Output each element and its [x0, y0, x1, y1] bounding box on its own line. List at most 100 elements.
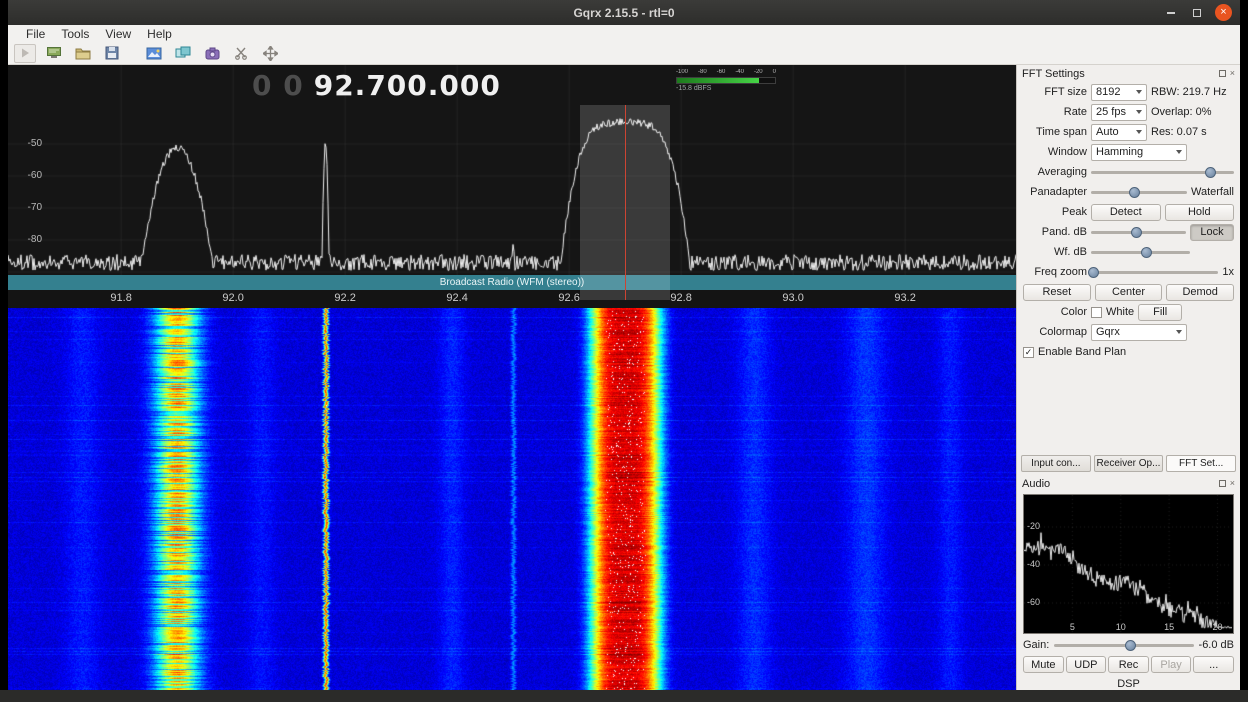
rate-value: 25 fps	[1096, 106, 1132, 118]
time-span-combo[interactable]: Auto	[1091, 124, 1147, 141]
gqrx-window: Gqrx 2.15.5 - rtl=0 × File Tools View He…	[8, 0, 1240, 690]
waterfall[interactable]	[8, 308, 1016, 690]
colormap-value: Gqrx	[1096, 326, 1172, 338]
menu-help[interactable]: Help	[139, 25, 180, 42]
play-button[interactable]: Play	[1151, 656, 1192, 673]
dsp-windows-button[interactable]	[172, 44, 194, 63]
menu-tools[interactable]: Tools	[53, 25, 97, 42]
signal-meter-scale: -100-80-60-40-200	[676, 69, 776, 77]
main-content: 0 092.700.000 -100-80-60-40-200 -15.8 dB…	[8, 65, 1240, 690]
frequency-leading-zeros: 0 0	[252, 69, 304, 102]
save-settings-button[interactable]	[101, 44, 123, 63]
slider-handle[interactable]	[1131, 227, 1142, 238]
window-value: Hamming	[1096, 146, 1172, 158]
frequency-value: 92.700.000	[314, 69, 501, 102]
record-icon	[146, 47, 162, 60]
dock-float-icon[interactable]	[1219, 70, 1226, 77]
meter-tick-label: -80	[698, 69, 707, 77]
tab-receiver-options[interactable]: Receiver Op...	[1094, 455, 1164, 472]
enable-band-plan-checkbox[interactable]: ✓	[1023, 347, 1034, 358]
start-dsp-button[interactable]	[14, 44, 36, 63]
averaging-label: Averaging	[1023, 166, 1087, 178]
fft-settings-form: FFT size 8192 RBW: 219.7 Hz Rate 25 fps …	[1017, 82, 1240, 362]
slider-handle[interactable]	[1205, 167, 1216, 178]
zoom-reset-button[interactable]: Reset	[1023, 284, 1091, 301]
pan-button[interactable]	[259, 44, 281, 63]
wf-db-label: Wf. dB	[1023, 246, 1087, 258]
pand-db-label: Pand. dB	[1023, 226, 1087, 238]
freq-tick-label: 92.2	[334, 292, 355, 304]
fft-size-combo[interactable]: 8192	[1091, 84, 1147, 101]
slider-handle[interactable]	[1088, 267, 1099, 278]
windows-icon	[175, 46, 191, 60]
menu-file[interactable]: File	[18, 25, 53, 42]
minimize-button[interactable]	[1163, 5, 1179, 21]
waterfall-canvas[interactable]	[8, 308, 1016, 690]
minimize-icon	[1167, 12, 1175, 14]
udp-button[interactable]: UDP	[1066, 656, 1107, 673]
tuning-line[interactable]	[625, 105, 626, 300]
load-settings-button[interactable]	[72, 44, 94, 63]
audio-gain-slider[interactable]	[1054, 638, 1193, 653]
slider-handle[interactable]	[1125, 640, 1136, 651]
title-bar[interactable]: Gqrx 2.15.5 - rtl=0 ×	[8, 0, 1240, 25]
peak-detect-button[interactable]: Detect	[1091, 204, 1161, 221]
freq-tick-label: 92.0	[222, 292, 243, 304]
dock-close-icon[interactable]: ×	[1230, 479, 1235, 488]
mute-button[interactable]: Mute	[1023, 656, 1064, 673]
audio-options-button[interactable]: ...	[1193, 656, 1234, 673]
audio-db-tick-label: -60	[1027, 597, 1040, 607]
window-combo[interactable]: Hamming	[1091, 144, 1187, 161]
audio-gain-row: Gain: -6.0 dB	[1017, 636, 1240, 654]
freq-tick-label: 91.8	[110, 292, 131, 304]
averaging-slider[interactable]	[1091, 165, 1234, 180]
fill-button[interactable]: Fill	[1138, 304, 1182, 321]
db-lock-button[interactable]: Lock	[1190, 224, 1234, 241]
wf-db-slider[interactable]	[1091, 245, 1190, 260]
cut-button[interactable]	[230, 44, 252, 63]
overlap-readout: Overlap: 0%	[1151, 106, 1212, 118]
zoom-center-button[interactable]: Center	[1095, 284, 1163, 301]
slider-groove	[1091, 271, 1218, 274]
resolution-readout: Res: 0.07 s	[1151, 126, 1207, 138]
zoom-demod-button[interactable]: Demod	[1166, 284, 1234, 301]
maximize-button[interactable]	[1189, 5, 1205, 21]
panadapter-split-label: Panadapter	[1023, 186, 1087, 198]
audio-freq-tick-label: 10	[1116, 622, 1126, 632]
close-button[interactable]: ×	[1215, 4, 1232, 21]
white-color-checkbox[interactable]	[1091, 307, 1102, 318]
dock-float-icon[interactable]	[1219, 480, 1226, 487]
io-devices-icon	[46, 46, 62, 60]
rate-combo[interactable]: 25 fps	[1091, 104, 1147, 121]
colormap-combo[interactable]: Gqrx	[1091, 324, 1187, 341]
io-devices-button[interactable]	[43, 44, 65, 63]
pand-db-slider[interactable]	[1091, 225, 1186, 240]
fft-settings-title: FFT Settings	[1022, 68, 1219, 80]
panadapter-waterfall-split-slider[interactable]	[1091, 185, 1187, 200]
signal-meter-bar	[676, 77, 776, 84]
fft-size-value: 8192	[1096, 86, 1132, 98]
tab-fft-settings[interactable]: FFT Set...	[1166, 455, 1236, 472]
record-button[interactable]	[143, 44, 165, 63]
tab-input-controls[interactable]: Input con...	[1021, 455, 1091, 472]
audio-title: Audio	[1022, 478, 1219, 490]
dock-close-icon[interactable]: ×	[1230, 69, 1235, 78]
menu-view[interactable]: View	[97, 25, 139, 42]
waterfall-label: Waterfall	[1191, 186, 1234, 198]
rec-button[interactable]: Rec	[1108, 656, 1149, 673]
peak-hold-button[interactable]: Hold	[1165, 204, 1235, 221]
desktop: Gqrx 2.15.5 - rtl=0 × File Tools View He…	[0, 0, 1248, 702]
panadapter[interactable]: 0 092.700.000 -100-80-60-40-200 -15.8 dB…	[8, 65, 1016, 275]
frequency-display[interactable]: 0 0 92.700.000	[252, 69, 501, 102]
db-tick-label: -60	[14, 170, 42, 181]
freq-zoom-slider[interactable]	[1091, 265, 1218, 280]
close-icon: ×	[1220, 7, 1226, 18]
panadapter-canvas[interactable]	[8, 65, 1016, 275]
slider-handle[interactable]	[1141, 247, 1152, 258]
window-label: Window	[1023, 146, 1087, 158]
chevron-down-icon	[1176, 150, 1182, 154]
db-tick-label: -70	[14, 202, 42, 213]
slider-handle[interactable]	[1129, 187, 1140, 198]
screenshot-button[interactable]	[201, 44, 223, 63]
frequency-axis[interactable]: 91.892.092.292.492.692.893.093.2	[8, 290, 1016, 308]
